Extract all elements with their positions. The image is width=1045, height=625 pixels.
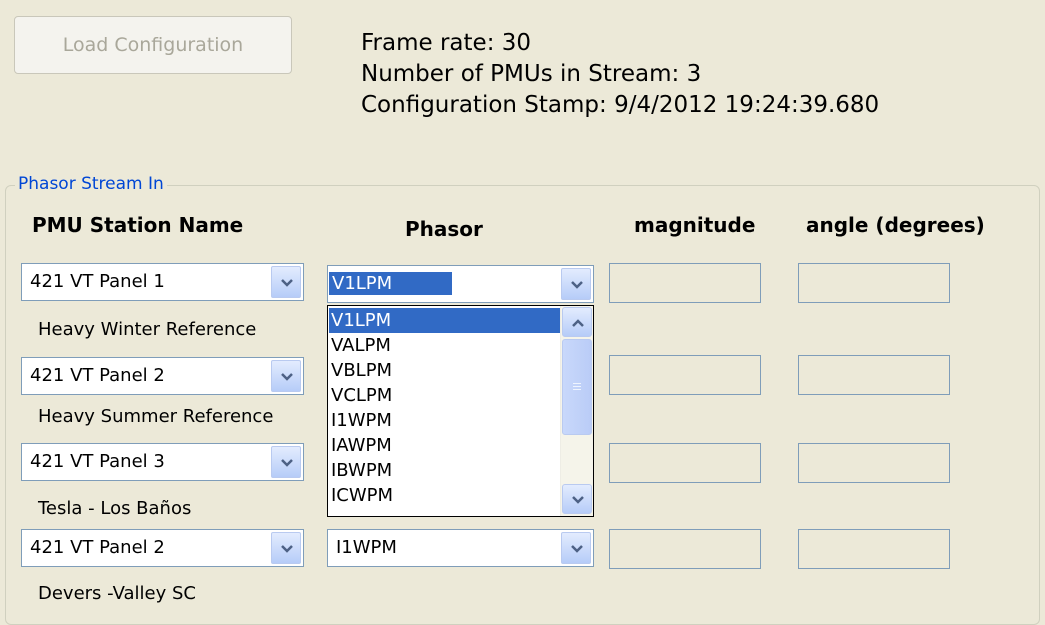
configuration-stamp-label: Configuration Stamp: 9/4/2012 19:24:39.6… [361, 92, 880, 118]
chevron-down-icon [281, 545, 293, 553]
station-description-row-1: Heavy Winter Reference [38, 319, 257, 340]
phasor-select-value: V1LPM [329, 272, 453, 295]
dropdown-option-iawpm[interactable]: IAWPM [329, 433, 560, 458]
dropdown-arrow-button[interactable] [271, 266, 301, 298]
scrollbar-thumb[interactable] [562, 339, 592, 435]
phasor-dropdown-list[interactable]: V1LPM VALPM VBLPM VCLPM I1WPM IAWPM IBWP… [327, 305, 594, 517]
dropdown-option-valpm[interactable]: VALPM [329, 333, 560, 358]
angle-field-row-1[interactable] [798, 263, 950, 303]
station-description-row-2: Heavy Summer Reference [38, 406, 274, 427]
station-select-value: 421 VT Panel 2 [30, 365, 165, 386]
dropdown-option-v1lpm[interactable]: V1LPM [329, 308, 560, 333]
chevron-down-icon [572, 496, 584, 504]
frame-rate-label: Frame rate: 30 [361, 30, 532, 56]
station-select-value: 421 VT Panel 1 [30, 271, 165, 292]
grip-icon [573, 383, 581, 390]
magnitude-field-row-3[interactable] [609, 443, 761, 483]
dropdown-option-ibwpm[interactable]: IBWPM [329, 458, 560, 483]
dropdown-arrow-button[interactable] [271, 532, 301, 564]
chevron-down-icon [571, 281, 583, 289]
phasor-select-row-1[interactable]: V1LPM [327, 265, 594, 303]
station-select-value: 421 VT Panel 2 [30, 537, 165, 558]
angle-field-row-4[interactable] [798, 529, 950, 569]
dropdown-option-i1wpm[interactable]: I1WPM [329, 408, 560, 433]
phasor-select-value: I1WPM [336, 537, 397, 558]
chevron-down-icon [281, 279, 293, 287]
station-select-value: 421 VT Panel 3 [30, 451, 165, 472]
dropdown-option-icwpm[interactable]: ICWPM [329, 483, 560, 508]
phasor-select-row-4[interactable]: I1WPM [327, 529, 594, 567]
dropdown-arrow-button[interactable] [271, 446, 301, 478]
dropdown-arrow-button[interactable] [271, 360, 301, 392]
station-select-row-2[interactable]: 421 VT Panel 2 [21, 357, 304, 395]
header-pmu-station-name: PMU Station Name [32, 213, 244, 237]
station-select-row-3[interactable]: 421 VT Panel 3 [21, 443, 304, 481]
load-configuration-button: Load Configuration [14, 16, 292, 74]
station-description-row-4: Devers -Valley SC [38, 583, 196, 604]
magnitude-field-row-4[interactable] [609, 529, 761, 569]
scroll-up-button[interactable] [562, 307, 592, 337]
dropdown-option-vclpm[interactable]: VCLPM [329, 383, 560, 408]
chevron-down-icon [281, 373, 293, 381]
header-angle: angle (degrees) [806, 213, 985, 237]
station-description-row-3: Tesla - Los Baños [38, 498, 192, 519]
phasor-stream-title: Phasor Stream In [15, 173, 167, 195]
chevron-down-icon [571, 545, 583, 553]
magnitude-field-row-2[interactable] [609, 355, 761, 395]
dropdown-scrollbar[interactable] [560, 306, 593, 516]
header-phasor: Phasor [405, 217, 483, 241]
pmu-count-label: Number of PMUs in Stream: 3 [361, 61, 702, 87]
dropdown-arrow-button[interactable] [561, 268, 591, 300]
station-select-row-1[interactable]: 421 VT Panel 1 [21, 263, 304, 301]
dropdown-option-vblpm[interactable]: VBLPM [329, 358, 560, 383]
chevron-up-icon [572, 319, 584, 327]
station-select-row-4[interactable]: 421 VT Panel 2 [21, 529, 304, 567]
scroll-down-button[interactable] [562, 484, 592, 514]
angle-field-row-3[interactable] [798, 443, 950, 483]
header-magnitude: magnitude [634, 213, 756, 237]
magnitude-field-row-1[interactable] [609, 263, 761, 303]
chevron-down-icon [281, 459, 293, 467]
dropdown-arrow-button[interactable] [561, 532, 591, 564]
angle-field-row-2[interactable] [798, 355, 950, 395]
